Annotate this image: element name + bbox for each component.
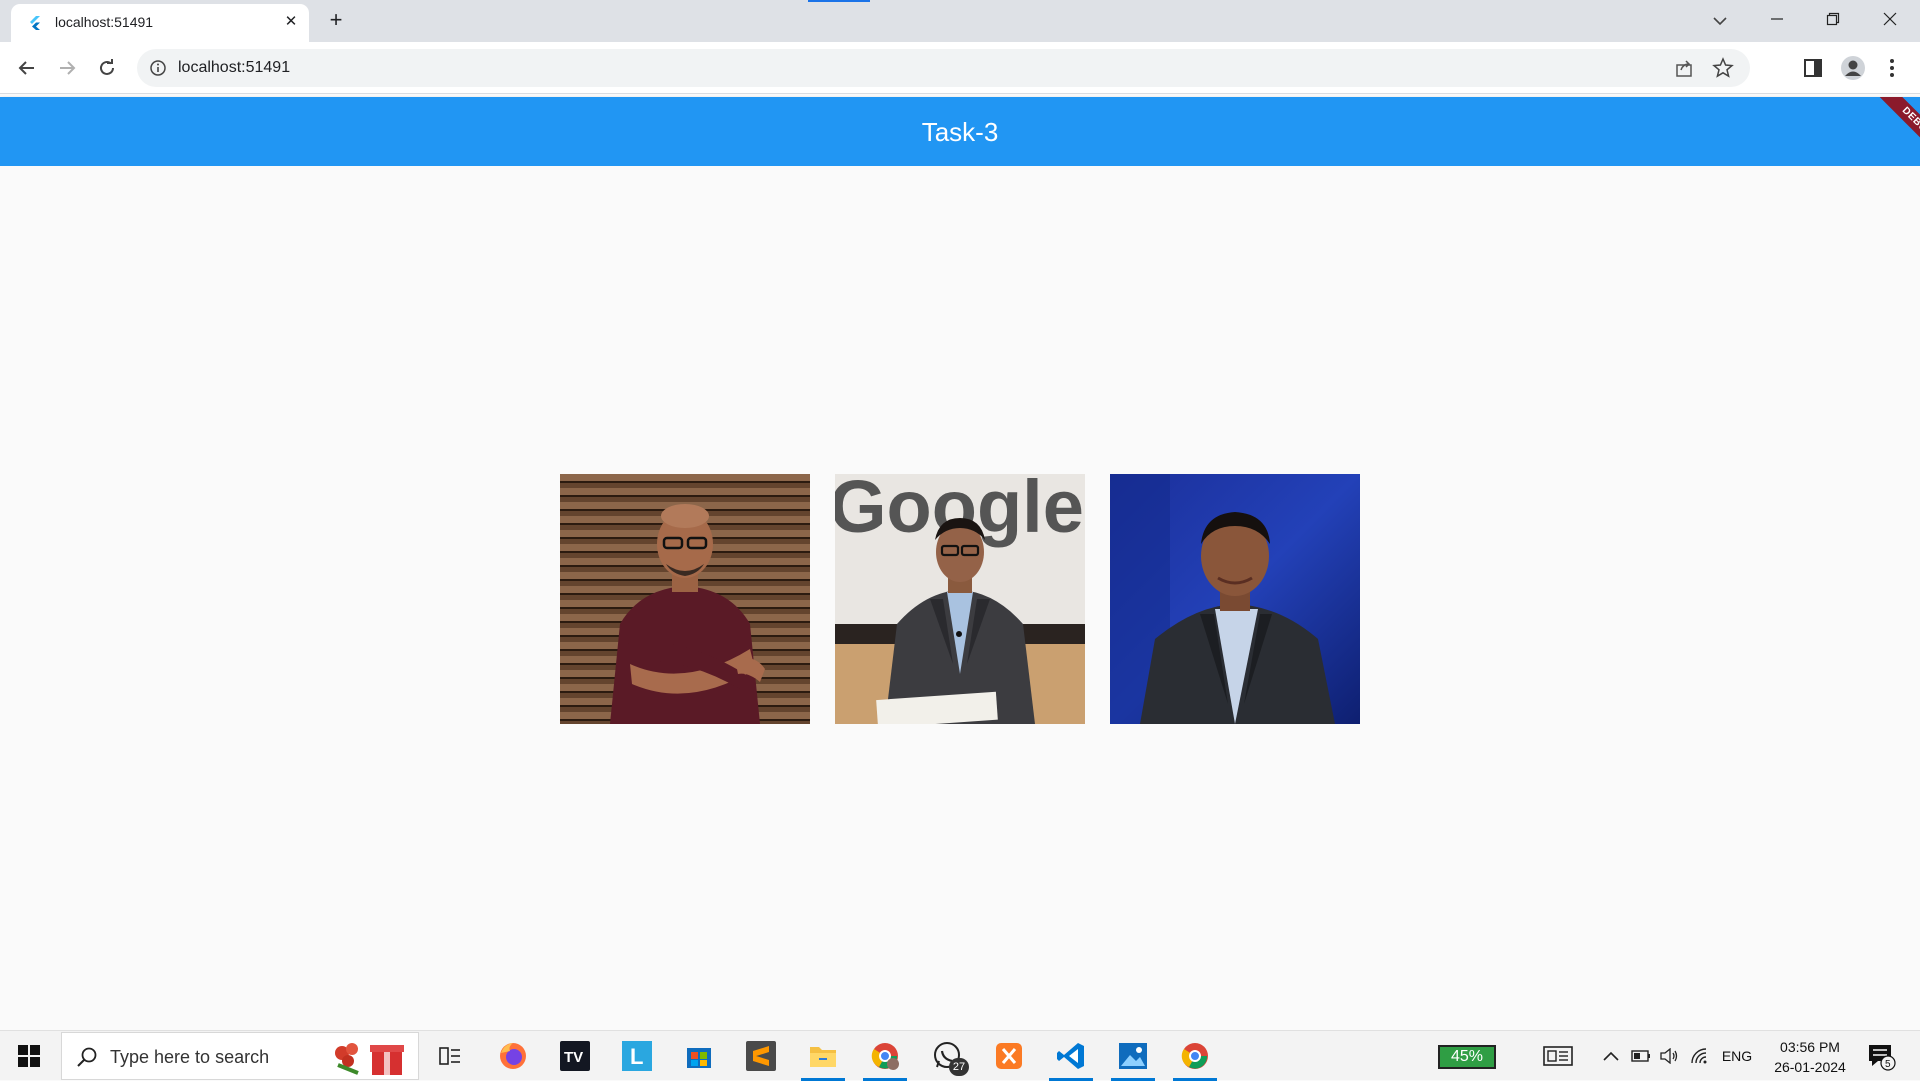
back-button[interactable] xyxy=(10,51,44,85)
l-app-icon: L xyxy=(622,1041,652,1071)
taskbar-whatsapp[interactable]: 27 xyxy=(917,1031,977,1081)
close-window-button[interactable] xyxy=(1862,0,1918,38)
vscode-icon xyxy=(1057,1043,1084,1069)
tab-title: localhost:51491 xyxy=(55,14,154,30)
battery-icon xyxy=(1631,1050,1650,1062)
svg-text:TV: TV xyxy=(564,1049,583,1066)
task-view-icon xyxy=(439,1047,460,1065)
forward-button[interactable] xyxy=(50,51,84,85)
start-button[interactable] xyxy=(0,1031,58,1081)
search-placeholder[interactable]: Type here to search xyxy=(110,1047,269,1068)
taskbar-photos[interactable] xyxy=(1103,1031,1163,1081)
new-tab-button[interactable]: + xyxy=(322,7,350,35)
minimize-button[interactable] xyxy=(1749,0,1805,38)
browser-toolbar: localhost:51491 xyxy=(0,42,1920,94)
whatsapp-unread-badge: 27 xyxy=(949,1058,969,1076)
debug-banner: DEBUG xyxy=(1850,97,1920,167)
speaker-icon xyxy=(1660,1048,1678,1064)
taskbar-l-app[interactable]: L xyxy=(607,1031,667,1081)
site-info-icon[interactable] xyxy=(149,59,167,77)
taskbar-sublime-text[interactable] xyxy=(731,1031,791,1081)
news-icon xyxy=(1543,1046,1573,1066)
taskbar-file-explorer[interactable] xyxy=(793,1031,853,1081)
volume-button[interactable] xyxy=(1658,1031,1680,1081)
forward-arrow-icon xyxy=(60,61,76,75)
debug-banner-label: DEBUG xyxy=(1872,97,1920,167)
side-panel-button[interactable] xyxy=(1801,56,1825,80)
bookmark-star-icon[interactable] xyxy=(1712,57,1734,79)
flowers-gift-icon xyxy=(335,1043,404,1075)
taskbar-search[interactable]: Type here to search xyxy=(61,1032,419,1080)
taskbar-tradingview[interactable]: TV xyxy=(545,1031,605,1081)
profile-button[interactable] xyxy=(1841,56,1865,80)
chrome-profile-icon xyxy=(871,1043,899,1070)
close-tab-icon[interactable]: ✕ xyxy=(281,12,301,32)
wifi-icon xyxy=(1691,1048,1707,1064)
sublime-text-icon xyxy=(746,1041,776,1071)
clock[interactable]: 03:56 PM 26-01-2024 xyxy=(1760,1037,1860,1077)
xampp-icon xyxy=(996,1043,1022,1069)
restore-button[interactable] xyxy=(1805,0,1861,38)
show-hidden-icons-button[interactable] xyxy=(1600,1031,1622,1081)
battery-percent-widget[interactable]: 45% xyxy=(1438,1045,1496,1069)
clock-date: 26-01-2024 xyxy=(1774,1059,1846,1075)
folder-icon xyxy=(810,1047,836,1067)
chevron-up-icon xyxy=(1603,1051,1619,1061)
taskbar-firefox[interactable] xyxy=(483,1031,543,1081)
flutter-favicon-icon xyxy=(30,16,40,30)
taskbar-xampp[interactable] xyxy=(979,1031,1039,1081)
kebab-menu-icon xyxy=(1890,59,1894,77)
news-widget-button[interactable] xyxy=(1540,1031,1576,1081)
photo-person-1 xyxy=(560,474,810,724)
browser-tab[interactable]: localhost:51491 ✕ xyxy=(11,4,309,42)
svg-text:L: L xyxy=(630,1044,643,1069)
restore-icon xyxy=(1826,12,1840,26)
windows-taskbar: Type here to search TV L 27 45% ENG 03:5… xyxy=(0,1030,1920,1081)
notification-icon: 5 xyxy=(1869,1045,1896,1071)
network-button[interactable] xyxy=(1688,1031,1712,1081)
url-text[interactable]: localhost:51491 xyxy=(178,59,290,77)
tradingview-icon: TV xyxy=(560,1041,590,1071)
side-panel-icon xyxy=(1804,59,1822,77)
tab-strip: localhost:51491 ✕ + xyxy=(0,0,1920,42)
close-icon xyxy=(1883,12,1897,26)
taskbar-vscode[interactable] xyxy=(1041,1031,1101,1081)
microsoft-store-icon xyxy=(687,1048,711,1068)
input-language-indicator[interactable]: ENG xyxy=(1718,1031,1756,1081)
reload-icon xyxy=(100,59,114,75)
task-view-button[interactable] xyxy=(420,1031,480,1081)
taskbar-chrome-profile[interactable] xyxy=(855,1031,915,1081)
minimize-icon xyxy=(1771,18,1783,20)
address-bar[interactable]: localhost:51491 xyxy=(137,49,1750,87)
notification-count: 5 xyxy=(1885,1059,1891,1070)
chrome-icon xyxy=(1181,1043,1208,1069)
app-title: Task-3 xyxy=(921,117,999,147)
clock-time: 03:56 PM xyxy=(1780,1039,1840,1055)
photos-icon xyxy=(1119,1043,1147,1069)
tab-search-chevron-icon[interactable] xyxy=(1706,7,1734,35)
photo-person-2: Google xyxy=(835,474,1085,724)
share-icon[interactable] xyxy=(1674,58,1694,78)
photo-person-3 xyxy=(1110,474,1360,724)
firefox-icon xyxy=(500,1043,526,1069)
app-body: Google xyxy=(0,166,1920,1030)
profile-avatar-icon xyxy=(1841,56,1865,80)
back-arrow-icon xyxy=(18,61,34,75)
windows-logo-icon xyxy=(18,1045,40,1067)
taskbar-chrome[interactable] xyxy=(1165,1031,1225,1081)
reload-button[interactable] xyxy=(90,51,124,85)
app-bar: Task-3 xyxy=(0,97,1920,166)
battery-tray-button[interactable] xyxy=(1630,1031,1652,1081)
loading-indicator xyxy=(808,0,870,2)
browser-menu-button[interactable] xyxy=(1880,56,1904,80)
search-icon xyxy=(77,1047,97,1067)
taskbar-microsoft-store[interactable] xyxy=(669,1031,729,1081)
notification-center-button[interactable]: 5 xyxy=(1866,1041,1896,1071)
